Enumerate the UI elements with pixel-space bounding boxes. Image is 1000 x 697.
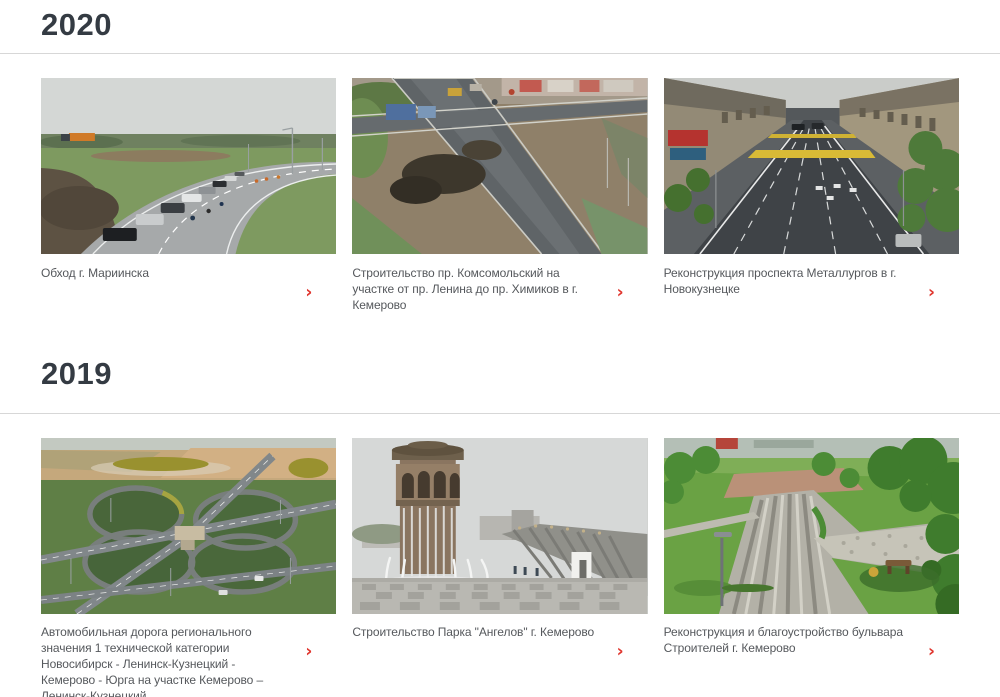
project-card-komsomolsky[interactable]: Строительство пр. Комсомольский на участ… — [352, 78, 647, 321]
project-photo — [41, 78, 336, 254]
section-divider — [0, 53, 1000, 54]
project-title: Реконструкция и благоустройство бульвара… — [664, 624, 914, 656]
project-card-stroiteley-boulevard[interactable]: Реконструкция и благоустройство бульвара… — [664, 438, 959, 697]
project-photo — [352, 78, 647, 254]
year-section-2019: 2019 — [0, 355, 1000, 697]
project-caption: Реконструкция и благоустройство бульвара… — [664, 624, 959, 680]
aerial-city-avenue-with-yellow-crosswalk-image — [664, 78, 959, 254]
project-card-grid: Автомобильная дорога регионального значе… — [0, 438, 1000, 697]
project-card-metallurgov[interactable]: Реконструкция проспекта Металлургов в г.… — [664, 78, 959, 321]
project-caption: Автомобильная дорога регионального значе… — [41, 624, 336, 697]
project-photo — [352, 438, 647, 614]
project-card-mariinsk-bypass[interactable]: Обход г. Мариинска › — [41, 78, 336, 321]
project-caption: Строительство пр. Комсомольский на участ… — [352, 265, 647, 321]
project-title: Реконструкция проспекта Металлургов в г.… — [664, 265, 914, 297]
chevron-right-icon[interactable]: › — [305, 285, 312, 302]
year-section-2020: 2020 — [0, 6, 1000, 321]
project-caption: Строительство Парка "Ангелов" г. Кемеров… — [352, 624, 647, 680]
project-title: Автомобильная дорога регионального значе… — [41, 624, 291, 697]
project-photo — [664, 78, 959, 254]
aerial-cloverleaf-highway-interchange-image — [41, 438, 336, 614]
project-card-grid: Обход г. Мариинска › — [0, 78, 1000, 321]
chevron-right-icon[interactable]: › — [617, 285, 624, 302]
project-title: Обход г. Мариинска — [41, 265, 291, 281]
chevron-right-icon[interactable]: › — [928, 285, 935, 302]
aerial-road-construction-site-image — [352, 78, 647, 254]
project-photo — [41, 438, 336, 614]
water-tower-fountain-plaza-image — [352, 438, 647, 614]
section-divider — [0, 413, 1000, 414]
project-caption: Обход г. Мариинска › — [41, 265, 336, 321]
chevron-right-icon[interactable]: › — [928, 644, 935, 661]
project-title: Строительство пр. Комсомольский на участ… — [352, 265, 602, 313]
project-card-regional-highway[interactable]: Автомобильная дорога регионального значе… — [41, 438, 336, 697]
aerial-new-bypass-road-with-parked-cars-image — [41, 78, 336, 254]
project-title: Строительство Парка "Ангелов" г. Кемеров… — [352, 624, 602, 640]
projects-by-year-page: 2020 — [0, 0, 1000, 697]
chevron-right-icon[interactable]: › — [617, 644, 624, 661]
project-photo — [664, 438, 959, 614]
chevron-right-icon[interactable]: › — [305, 644, 312, 661]
park-paved-boulevard-path-image — [664, 438, 959, 614]
project-card-angels-park[interactable]: Строительство Парка "Ангелов" г. Кемеров… — [352, 438, 647, 697]
project-caption: Реконструкция проспекта Металлургов в г.… — [664, 265, 959, 321]
year-heading-2020: 2020 — [41, 6, 959, 44]
year-heading-2019: 2019 — [41, 355, 959, 393]
